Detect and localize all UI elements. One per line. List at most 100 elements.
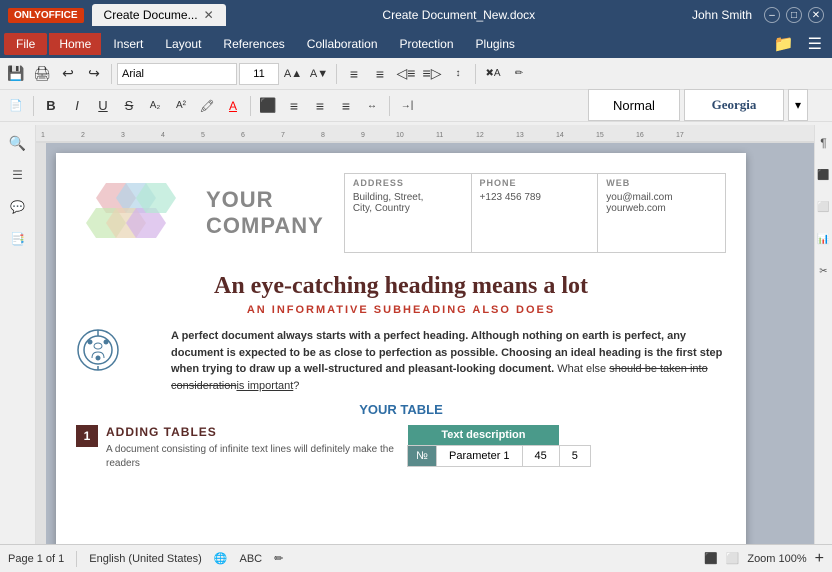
svg-text:2: 2 bbox=[81, 132, 85, 139]
file-open-icon[interactable]: 📁 bbox=[768, 34, 800, 54]
numbering-button[interactable]: ≡ bbox=[368, 62, 392, 86]
ltr-rtl-button[interactable]: ↔ bbox=[360, 94, 384, 118]
menu-home[interactable]: Home bbox=[49, 33, 101, 55]
superscript-button[interactable]: A² bbox=[169, 94, 193, 118]
font-color-button[interactable]: A bbox=[221, 94, 245, 118]
body-text-underline: is important bbox=[236, 380, 293, 392]
sub-heading: AN INFORMATIVE SUBHEADING ALSO DOES bbox=[76, 304, 726, 316]
menu-references[interactable]: References bbox=[213, 33, 294, 55]
status-separator-1 bbox=[76, 551, 77, 567]
print-button[interactable]: 🖨 bbox=[30, 62, 54, 86]
bullets-button[interactable]: ≡ bbox=[342, 62, 366, 86]
toolbar-separator-3 bbox=[475, 64, 476, 84]
zoom-in-button[interactable]: + bbox=[815, 550, 824, 568]
menu-protection[interactable]: Protection bbox=[390, 33, 464, 55]
close-button[interactable]: ✕ bbox=[808, 7, 824, 23]
document-tab[interactable]: Create Docume... ✕ bbox=[92, 4, 226, 26]
quick-access-button[interactable]: 📄 bbox=[4, 94, 28, 118]
paragraph-icon bbox=[76, 328, 121, 373]
font-size-input[interactable] bbox=[239, 63, 279, 85]
decrease-indent-button[interactable]: ◁≡ bbox=[394, 62, 418, 86]
phone-label: PHONE bbox=[480, 178, 590, 188]
view-mode-icon2[interactable]: ⬜ bbox=[726, 552, 740, 565]
strikethrough-button[interactable]: S bbox=[117, 94, 141, 118]
increase-indent-button[interactable]: ≡▷ bbox=[420, 62, 444, 86]
tab-label: Create Docume... bbox=[104, 8, 198, 22]
svg-text:13: 13 bbox=[516, 132, 524, 139]
menu-file[interactable]: File bbox=[4, 33, 47, 55]
menu-plugins[interactable]: Plugins bbox=[466, 33, 525, 55]
comments-button[interactable]: 💬 bbox=[4, 193, 32, 221]
settings-icon[interactable]: ☰ bbox=[802, 34, 828, 54]
menu-collaboration[interactable]: Collaboration bbox=[297, 33, 388, 55]
copy-style-button[interactable]: ✏ bbox=[507, 62, 531, 86]
toolbar-separator-6 bbox=[389, 96, 390, 116]
line-spacing-button[interactable]: ↕ bbox=[446, 62, 470, 86]
svg-text:14: 14 bbox=[556, 132, 564, 139]
document-page: YOUR COMPANY ADDRESS Building, Street, C… bbox=[56, 153, 746, 544]
font-name-input[interactable] bbox=[117, 63, 237, 85]
table-param-label: № bbox=[408, 446, 437, 467]
company-name-area: YOUR COMPANY bbox=[196, 173, 334, 253]
search-sidebar-button[interactable]: 🔍 bbox=[4, 129, 32, 157]
view-mode-icon1[interactable]: ⬛ bbox=[704, 552, 718, 565]
vertical-ruler bbox=[36, 143, 46, 544]
body-text-whatelse: What else bbox=[557, 363, 609, 375]
ruler: 1 2 3 4 5 6 7 8 9 10 11 12 13 14 15 16 1… bbox=[36, 125, 814, 143]
status-right: ⬛ ⬜ Zoom 100% + bbox=[704, 550, 824, 568]
contact-info: ADDRESS Building, Street, City, Country … bbox=[344, 173, 726, 253]
sidebar-left: 🔍 ☰ 💬 📑 bbox=[0, 125, 36, 545]
spell-check-icon[interactable]: ABC bbox=[239, 553, 262, 565]
highlight-button[interactable]: 🖍 bbox=[195, 94, 219, 118]
table-param-value: Parameter 1 bbox=[437, 446, 523, 467]
clear-format-button[interactable]: ✖A bbox=[481, 62, 505, 86]
align-center-button[interactable]: ≡ bbox=[282, 94, 306, 118]
font-size-increase-button[interactable]: A▲ bbox=[281, 62, 305, 86]
address-value2: City, Country bbox=[353, 203, 463, 214]
document-area[interactable]: YOUR COMPANY ADDRESS Building, Street, C… bbox=[36, 143, 814, 544]
web-value1: you@mail.com bbox=[606, 192, 717, 203]
window-title: Create Document_New.docx bbox=[226, 8, 692, 22]
toolbar-separator-1 bbox=[111, 64, 112, 84]
subscript-button[interactable]: A₂ bbox=[143, 94, 167, 118]
undo-button[interactable]: ↩ bbox=[56, 62, 80, 86]
style-font-box[interactable]: Georgia bbox=[684, 89, 784, 121]
language-info: English (United States) bbox=[89, 553, 202, 565]
underline-button[interactable]: U bbox=[91, 94, 115, 118]
svg-text:6: 6 bbox=[241, 132, 245, 139]
align-justify-button[interactable]: ≡ bbox=[334, 94, 358, 118]
svg-text:15: 15 bbox=[596, 132, 604, 139]
italic-button[interactable]: I bbox=[65, 94, 89, 118]
tab-close-icon[interactable]: ✕ bbox=[204, 8, 214, 22]
bold-button[interactable]: B bbox=[39, 94, 63, 118]
maximize-button[interactable]: □ bbox=[786, 7, 802, 23]
page-info: Page 1 of 1 bbox=[8, 553, 64, 565]
navigate-button[interactable]: 📑 bbox=[4, 225, 32, 253]
style-name-box[interactable]: Normal bbox=[588, 89, 680, 121]
phone-value: +123 456 789 bbox=[480, 192, 590, 203]
user-name: John Smith bbox=[692, 8, 752, 22]
language-globe-icon[interactable]: 🌐 bbox=[214, 552, 228, 565]
save-button[interactable]: 💾 bbox=[4, 62, 28, 86]
app-logo: ONLYOFFICE bbox=[8, 8, 84, 23]
align-left-button[interactable]: ⬛ bbox=[256, 94, 280, 118]
svg-text:10: 10 bbox=[396, 132, 404, 139]
menu-insert[interactable]: Insert bbox=[103, 33, 153, 55]
align-right-button[interactable]: ≡ bbox=[308, 94, 332, 118]
data-table-area: Text description № Parameter 1 45 5 bbox=[407, 425, 726, 471]
indent-tab-button[interactable]: →| bbox=[395, 94, 419, 118]
track-changes-icon[interactable]: ✏ bbox=[274, 552, 283, 565]
toolbar-separator-4 bbox=[33, 96, 34, 116]
menu-bar: File Home Insert Layout References Colla… bbox=[0, 30, 832, 58]
minimize-button[interactable]: – bbox=[764, 7, 780, 23]
section-content: ADDING TABLES A document consisting of i… bbox=[106, 425, 395, 471]
body-text-content: A perfect document always starts with a … bbox=[171, 328, 726, 394]
adding-tables-section: 1 ADDING TABLES A document consisting of… bbox=[76, 425, 726, 471]
headings-button[interactable]: ☰ bbox=[4, 161, 32, 189]
address-value1: Building, Street, bbox=[353, 192, 463, 203]
font-size-decrease-button[interactable]: A▼ bbox=[307, 62, 331, 86]
redo-button[interactable]: ↪ bbox=[82, 62, 106, 86]
address-column: ADDRESS Building, Street, City, Country bbox=[345, 174, 472, 252]
style-dropdown-button[interactable]: ▾ bbox=[788, 89, 808, 121]
menu-layout[interactable]: Layout bbox=[155, 33, 211, 55]
